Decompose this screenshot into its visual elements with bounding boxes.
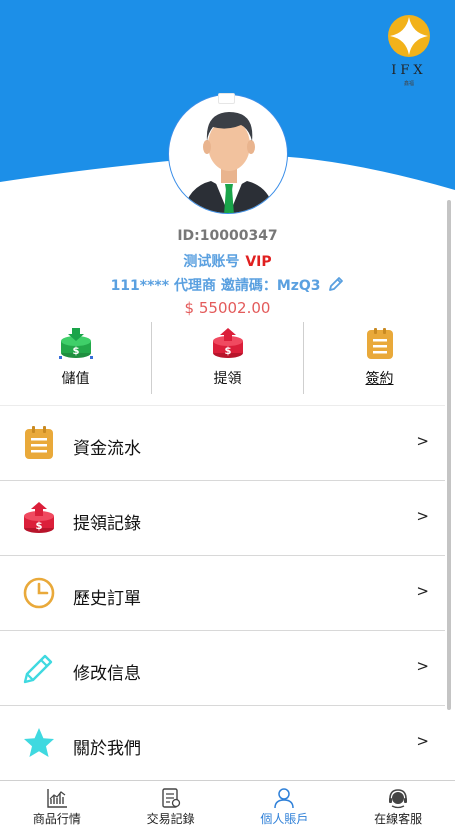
tab-online-support[interactable]: 在線客服 [341, 781, 455, 831]
profile-header: IFX 鑫福 [0, 0, 455, 230]
chevron-right-icon: > [416, 732, 429, 750]
withdraw-record-icon: $ [24, 502, 54, 533]
agent-invite-line[interactable]: 111**** 代理商 邀請碼：MzQ3 [0, 275, 455, 295]
account-line: 测试账号 VIP [0, 251, 455, 271]
pencil-icon [23, 654, 53, 684]
menu-label: 修改信息 [73, 664, 141, 684]
tab-market[interactable]: 商品行情 [0, 781, 114, 831]
menu-label: 資金流水 [73, 439, 141, 459]
menu-label: 歷史訂單 [73, 589, 141, 609]
menu-item-fund-flow[interactable]: 資金流水 > [0, 405, 445, 480]
tab-trade-records[interactable]: 交易記錄 [114, 781, 228, 831]
menu-item-edit-info[interactable]: 修改信息 > [0, 630, 445, 705]
clock-icon [23, 577, 55, 609]
withdraw-icon: $ [212, 328, 243, 358]
bottom-tab-bar: 商品行情 交易記錄 個人賬戶 在線客服 [0, 780, 455, 831]
tab-personal-account[interactable]: 個人賬戶 [228, 781, 342, 831]
avatar[interactable] [168, 93, 288, 214]
menu-item-about-us[interactable]: 關於我們 > [0, 705, 445, 780]
vip-badge: VIP [245, 254, 272, 270]
chevron-right-icon: > [416, 507, 429, 525]
chevron-right-icon: > [416, 582, 429, 600]
avatar-edit-badge[interactable] [218, 93, 235, 104]
contract-button[interactable]: 簽約 [303, 322, 455, 394]
quick-actions: $ 儲值 $ 提領 簽約 [0, 322, 455, 394]
star-icon [24, 728, 54, 757]
contract-icon [366, 328, 393, 359]
menu-item-order-history[interactable]: 歷史訂單 > [0, 555, 445, 630]
edit-pencil-icon[interactable] [328, 276, 344, 292]
menu-label: 關於我們 [73, 739, 141, 759]
deposit-button[interactable]: $ 儲值 [0, 322, 151, 394]
svg-text:$: $ [72, 346, 79, 357]
account-menu: 資金流水 > $ 提領記錄 > 歷史訂單 > 修改信息 > 關於我們 > [0, 405, 445, 780]
logo-emblem-icon [388, 15, 430, 57]
tab-label: 交易記錄 [146, 812, 195, 826]
user-avatar-icon [183, 112, 275, 213]
account-name: 测试账号 [183, 254, 240, 270]
ledger-icon [25, 426, 53, 459]
tab-label: 個人賬戶 [260, 812, 309, 826]
withdraw-button[interactable]: $ 提領 [151, 322, 303, 394]
scrollbar[interactable] [447, 200, 451, 710]
chevron-right-icon: > [416, 657, 429, 675]
svg-text:$: $ [36, 521, 43, 532]
brand-name: IFX [391, 63, 427, 78]
agent-invite-text: 111**** 代理商 邀請碼：MzQ3 [110, 278, 321, 294]
chart-icon [47, 789, 67, 808]
deposit-label: 儲值 [61, 371, 90, 387]
support-icon [389, 789, 408, 809]
account-balance: $ 55002.00 [184, 299, 271, 317]
tab-label: 商品行情 [32, 812, 81, 826]
menu-item-withdraw-record[interactable]: $ 提領記錄 > [0, 480, 445, 555]
contract-label: 簽約 [365, 371, 394, 387]
user-id: ID:10000347 [177, 228, 278, 244]
menu-label: 提領記錄 [73, 514, 141, 534]
tab-label: 在線客服 [374, 812, 423, 826]
svg-text:$: $ [224, 346, 231, 357]
user-icon [274, 788, 295, 809]
withdraw-label: 提領 [213, 371, 242, 387]
brand-subtitle: 鑫福 [403, 81, 414, 87]
record-icon [161, 788, 180, 808]
brand-logo: IFX 鑫福 [386, 14, 432, 92]
chevron-right-icon: > [416, 432, 429, 450]
deposit-icon: $ [58, 328, 93, 359]
avatar-circle[interactable] [168, 94, 288, 214]
